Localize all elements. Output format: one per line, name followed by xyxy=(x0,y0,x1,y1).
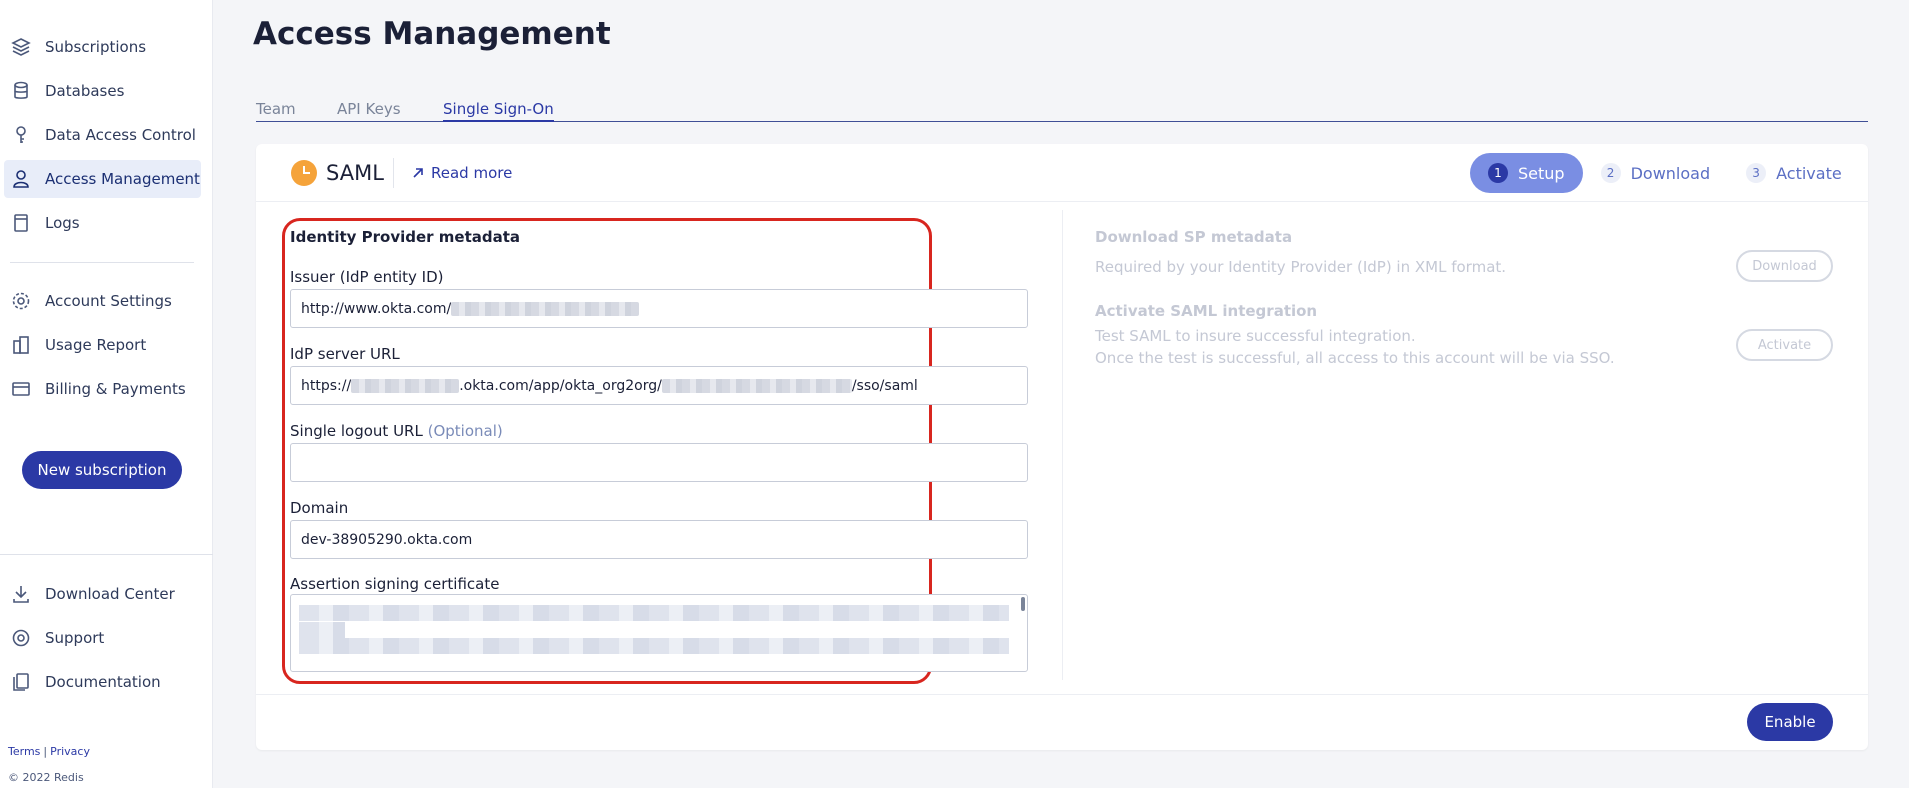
sidebar-item-databases[interactable]: Databases xyxy=(4,72,201,110)
user-icon xyxy=(10,168,32,190)
tab-team[interactable]: Team xyxy=(256,100,296,120)
card-footer-divider xyxy=(256,694,1868,695)
server-url-input[interactable]: https:// .okta.com/app/okta_org2org/ /ss… xyxy=(290,366,1028,405)
header-separator xyxy=(393,158,394,188)
step-download[interactable]: 2 Download xyxy=(1583,153,1729,193)
clock-icon xyxy=(291,160,317,186)
sidebar: Subscriptions Databases Data Access Cont… xyxy=(0,0,213,788)
sidebar-item-support[interactable]: Support xyxy=(4,619,201,657)
saml-title: SAML xyxy=(326,161,384,185)
sidebar-item-label: Subscriptions xyxy=(45,38,147,56)
sidebar-item-label: Logs xyxy=(45,214,80,232)
sidebar-item-access-management[interactable]: Access Management xyxy=(4,160,201,198)
redacted-text xyxy=(661,378,852,393)
idp-metadata-title: Identity Provider metadata xyxy=(290,228,521,246)
scrollbar[interactable] xyxy=(1021,597,1025,611)
key-icon xyxy=(10,124,32,146)
new-subscription-button[interactable]: New subscription xyxy=(22,451,182,489)
activate-button[interactable]: Activate xyxy=(1736,329,1833,361)
card-icon xyxy=(10,378,32,400)
server-url-suffix: /sso/saml xyxy=(851,377,918,394)
step-number: 2 xyxy=(1600,163,1621,183)
gear-icon xyxy=(10,290,32,312)
logout-url-label-text: Single logout URL xyxy=(290,422,423,440)
issuer-input[interactable]: http://www.okta.com/ xyxy=(290,289,1028,328)
sidebar-item-billing[interactable]: Billing & Payments xyxy=(4,370,201,408)
docs-icon xyxy=(10,671,32,693)
server-url-middle: .okta.com/app/okta_org2org/ xyxy=(459,377,662,394)
sidebar-item-label: Account Settings xyxy=(45,292,172,310)
sidebar-item-label: Download Center xyxy=(45,585,175,603)
privacy-link[interactable]: Privacy xyxy=(50,745,90,758)
footer-links: Terms | Privacy xyxy=(8,745,90,758)
download-sp-title: Download SP metadata xyxy=(1095,228,1293,246)
sidebar-item-label: Databases xyxy=(45,82,125,100)
tab-bar: Team API Keys Single Sign-On xyxy=(256,100,1868,122)
certificate-textarea[interactable] xyxy=(290,594,1028,672)
database-icon xyxy=(10,80,32,102)
redacted-text xyxy=(299,638,1009,654)
step-activate[interactable]: 3 Activate xyxy=(1728,153,1860,193)
saml-card: SAML Read more 1 Setup 2 Download 3 Acti… xyxy=(256,144,1868,750)
tab-api-keys[interactable]: API Keys xyxy=(337,100,401,120)
sidebar-item-documentation[interactable]: Documentation xyxy=(4,663,201,701)
download-sp-text: Required by your Identity Provider (IdP)… xyxy=(1095,258,1507,276)
issuer-label: Issuer (IdP entity ID) xyxy=(290,268,444,286)
domain-input[interactable] xyxy=(290,520,1028,559)
logout-url-label: Single logout URL (Optional) xyxy=(290,422,503,440)
sidebar-item-data-access-control[interactable]: Data Access Control xyxy=(4,116,201,154)
redacted-text xyxy=(299,605,1009,621)
redacted-text xyxy=(299,622,345,638)
column-separator xyxy=(1062,210,1063,680)
enable-button[interactable]: Enable xyxy=(1747,703,1833,741)
step-number: 3 xyxy=(1746,163,1767,183)
server-url-prefix: https:// xyxy=(301,377,352,394)
read-more-label: Read more xyxy=(431,164,513,182)
step-number: 1 xyxy=(1488,163,1508,183)
sidebar-item-usage-report[interactable]: Usage Report xyxy=(4,326,201,364)
redacted-text xyxy=(351,378,460,393)
copyright: © 2022 Redis xyxy=(8,771,84,784)
sidebar-divider xyxy=(0,554,213,555)
setup-stepper: 1 Setup 2 Download 3 Activate xyxy=(1470,153,1860,193)
lifebuoy-icon xyxy=(10,627,32,649)
document-icon xyxy=(10,212,32,234)
activate-saml-text-2: Once the test is successful, all access … xyxy=(1095,349,1615,367)
sidebar-item-label: Billing & Payments xyxy=(45,380,186,398)
server-url-label: IdP server URL xyxy=(290,345,400,363)
download-icon xyxy=(10,583,32,605)
report-icon xyxy=(10,334,32,356)
sidebar-item-logs[interactable]: Logs xyxy=(4,204,201,242)
step-label: Activate xyxy=(1776,163,1842,183)
sidebar-item-label: Usage Report xyxy=(45,336,147,354)
sidebar-item-label: Access Management xyxy=(45,170,200,188)
sidebar-item-subscriptions[interactable]: Subscriptions xyxy=(4,28,201,66)
layers-icon xyxy=(10,36,32,58)
sidebar-item-download-center[interactable]: Download Center xyxy=(4,575,201,613)
issuer-value: http://www.okta.com/ xyxy=(301,300,452,317)
step-label: Download xyxy=(1630,163,1711,183)
activate-saml-text-1: Test SAML to insure successful integrati… xyxy=(1095,327,1416,345)
step-label: Setup xyxy=(1518,163,1565,183)
logout-url-input[interactable] xyxy=(290,443,1028,482)
redacted-text xyxy=(451,301,640,316)
certificate-label: Assertion signing certificate xyxy=(290,575,500,593)
card-header: SAML Read more 1 Setup 2 Download 3 Acti… xyxy=(256,144,1868,202)
download-button[interactable]: Download xyxy=(1736,250,1833,282)
external-arrow-icon xyxy=(413,168,423,178)
sidebar-divider xyxy=(10,262,194,263)
domain-label: Domain xyxy=(290,499,349,517)
read-more-link[interactable]: Read more xyxy=(411,164,512,182)
optional-tag: (Optional) xyxy=(427,422,503,440)
terms-link[interactable]: Terms xyxy=(8,745,40,758)
activate-saml-title: Activate SAML integration xyxy=(1095,302,1318,320)
page-title: Access Management xyxy=(253,16,611,52)
sidebar-item-label: Support xyxy=(45,629,105,647)
sidebar-item-account-settings[interactable]: Account Settings xyxy=(4,282,201,320)
sidebar-item-label: Data Access Control xyxy=(45,126,196,144)
tab-single-sign-on[interactable]: Single Sign-On xyxy=(443,100,554,122)
step-setup[interactable]: 1 Setup xyxy=(1470,153,1583,193)
sidebar-item-label: Documentation xyxy=(45,673,161,691)
